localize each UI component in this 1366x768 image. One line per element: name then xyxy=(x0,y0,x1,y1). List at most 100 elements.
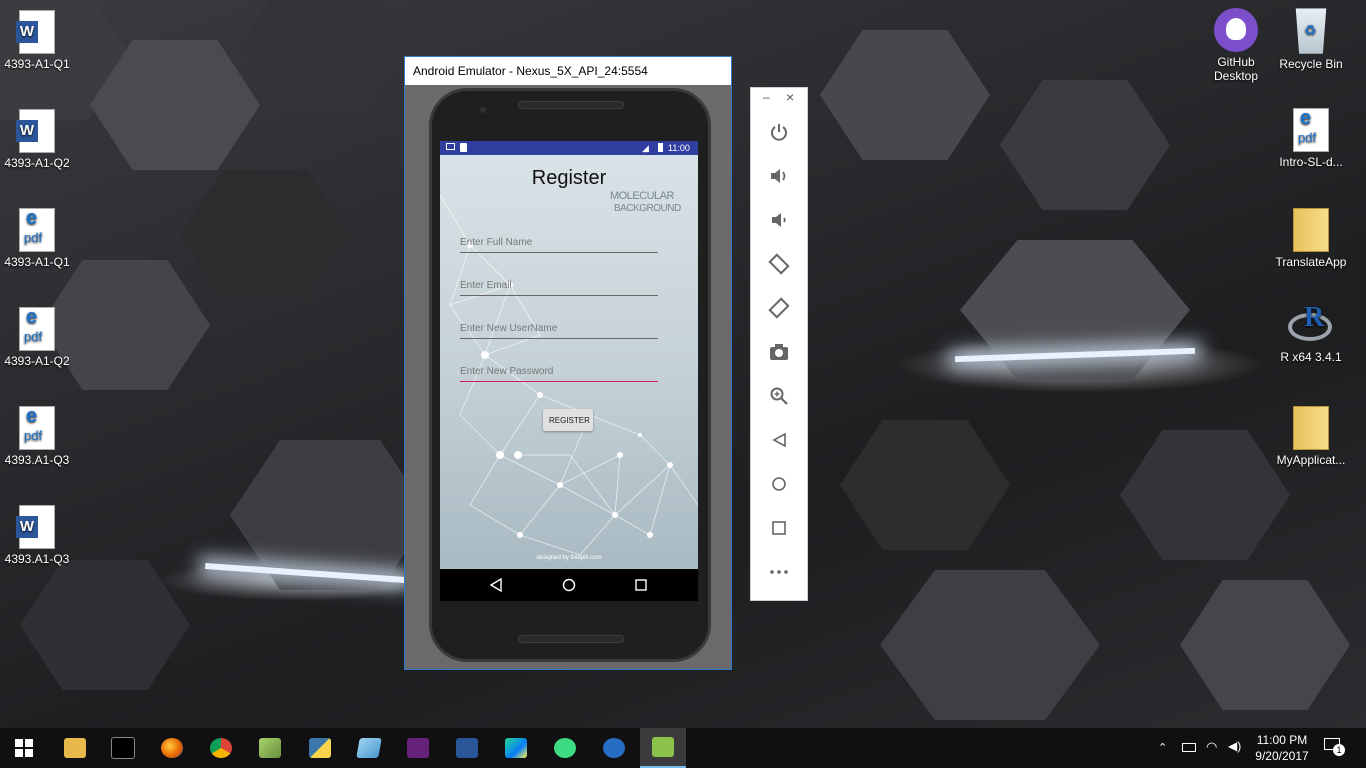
start-button[interactable] xyxy=(4,732,44,764)
bg-hexagon xyxy=(1120,430,1290,560)
background-caption: BACKGROUND xyxy=(614,203,681,214)
desktop-icon-translateapp[interactable]: TranslateApp xyxy=(1271,208,1351,269)
desktop-icon-4393-a1-q3-pdf[interactable]: e pdf 4393.A1-Q3 xyxy=(0,406,77,467)
desktop-icon-4393-a1-q2-docx[interactable]: 4393-A1-Q2 xyxy=(0,109,77,170)
register-title: Register xyxy=(531,167,607,189)
nav-back-icon[interactable] xyxy=(490,578,502,592)
camera-icon xyxy=(770,344,788,360)
github-icon xyxy=(1214,8,1258,52)
taskbar-r[interactable] xyxy=(594,732,634,764)
taskbar-word[interactable] xyxy=(447,732,487,764)
power-icon xyxy=(771,124,787,141)
home-button[interactable] xyxy=(765,470,793,498)
word-icon xyxy=(456,738,478,758)
full-name-input[interactable] xyxy=(460,233,658,252)
battery-tray-icon[interactable] xyxy=(1182,743,1196,752)
desktop-icon-label: 4393-A1-Q2 xyxy=(4,156,70,170)
desktop-icon-r-x64[interactable]: R R x64 3.4.1 xyxy=(1271,304,1351,365)
volume-icon[interactable]: ◀) xyxy=(1228,739,1241,753)
tools-icon xyxy=(259,738,281,758)
clock[interactable]: 11:00 PM 9/20/2017 xyxy=(1250,732,1314,764)
volume-down-button[interactable] xyxy=(765,206,793,234)
volume-up-button[interactable] xyxy=(765,162,793,190)
desktop-icon-label: Recycle Bin xyxy=(1279,57,1343,71)
taskbar-notepad[interactable] xyxy=(349,732,389,764)
desktop-icon-label: GitHub Desktop xyxy=(1213,55,1259,83)
emulator-window[interactable]: Android Emulator - Nexus_5X_API_24:5554 … xyxy=(404,56,732,670)
nav-overview-icon[interactable] xyxy=(635,579,647,591)
taskbar-emulator[interactable] xyxy=(640,728,686,768)
word-document-icon xyxy=(16,505,55,549)
power-button[interactable] xyxy=(765,118,793,146)
android-nav-bar xyxy=(440,569,698,601)
notepad-icon xyxy=(356,738,382,758)
taskbar-tools[interactable] xyxy=(250,732,290,764)
toolbar-close-button[interactable]: × xyxy=(786,89,794,105)
password-input[interactable] xyxy=(460,362,658,381)
emulator-title-bar[interactable]: Android Emulator - Nexus_5X_API_24:5554 xyxy=(405,57,731,85)
emulator-icon xyxy=(652,737,674,757)
nav-home-icon[interactable] xyxy=(562,578,576,592)
desktop-icon-myapplication[interactable]: MyApplicat... xyxy=(1271,406,1351,467)
desktop-icon-intro-sl-pdf[interactable]: e pdf Intro-SL-d... xyxy=(1271,108,1351,169)
emulator-toolbar: – × xyxy=(750,87,808,601)
background-caption: MOLECULAR xyxy=(610,190,674,202)
taskbar-file-explorer[interactable] xyxy=(55,732,95,764)
desktop-icon-label: 4393-A1-Q2 xyxy=(4,354,70,368)
taskbar-chrome[interactable] xyxy=(201,732,241,764)
chrome-icon xyxy=(208,736,234,760)
bg-hexagon xyxy=(820,30,990,160)
bg-hexagon xyxy=(20,560,190,690)
rotate-right-button[interactable] xyxy=(765,294,793,322)
wifi-icon[interactable]: ◠ xyxy=(1206,739,1217,755)
desktop-icon-4393-a1-q1-pdf[interactable]: e pdf 4393-A1-Q1 xyxy=(0,208,77,269)
email-field[interactable] xyxy=(460,275,658,296)
volume-up-icon xyxy=(771,169,786,183)
android-status-bar: ◢ 11:00 xyxy=(440,141,698,155)
overview-button[interactable] xyxy=(765,514,793,542)
register-screen: Register MOLECULAR BACKGROUND REGISTER d… xyxy=(440,155,698,569)
email-input[interactable] xyxy=(460,276,658,295)
username-field[interactable] xyxy=(460,318,658,339)
taskbar-visual-studio[interactable] xyxy=(398,732,438,764)
clock-time: 11:00 PM xyxy=(1256,733,1308,747)
back-button[interactable] xyxy=(765,426,793,454)
file-explorer-icon xyxy=(64,738,86,758)
desktop-icon-4393-a1-q2-pdf[interactable]: e pdf 4393-A1-Q2 xyxy=(0,307,77,368)
screenshot-button[interactable] xyxy=(765,338,793,366)
taskbar-webstorm[interactable] xyxy=(496,732,536,764)
visual-studio-icon xyxy=(407,738,429,758)
taskbar-command-prompt[interactable] xyxy=(103,732,143,764)
taskbar-android-studio[interactable] xyxy=(545,732,585,764)
word-document-icon xyxy=(16,109,55,153)
toolbar-minimize-button[interactable]: – xyxy=(763,90,770,104)
python-icon xyxy=(309,738,331,758)
desktop-icon-4393-a1-q1-docx[interactable]: 4393-A1-Q1 xyxy=(0,10,77,71)
desktop-icon-4393-a1-q3-docx[interactable]: 4393.A1-Q3 xyxy=(0,505,77,566)
notification-count-badge: 1 xyxy=(1333,744,1345,756)
action-center-button[interactable]: 1 xyxy=(1324,738,1345,756)
taskbar: ⌃ ◠ ◀) 11:00 PM 9/20/2017 1 xyxy=(0,728,1366,768)
full-name-field[interactable] xyxy=(460,232,658,253)
more-button[interactable] xyxy=(765,558,793,586)
mail-notification-icon xyxy=(446,143,455,150)
camera-dot xyxy=(480,107,486,113)
desktop-icon-github-desktop[interactable]: GitHub Desktop xyxy=(1196,8,1276,83)
command-prompt-icon xyxy=(111,737,135,759)
password-field[interactable] xyxy=(460,361,658,382)
phone-screen[interactable]: ◢ 11:00 Register MOLECULAR BACKGROUND En… xyxy=(440,141,698,601)
r-logo-icon: R xyxy=(1288,304,1334,347)
freepik-credit: designed by freepik.com xyxy=(536,555,602,561)
overview-icon xyxy=(772,521,786,535)
taskbar-firefox[interactable] xyxy=(152,732,192,764)
home-icon xyxy=(772,477,786,491)
desktop-icon-recycle-bin[interactable]: ♻ Recycle Bin xyxy=(1271,8,1351,71)
register-button[interactable]: REGISTER xyxy=(543,409,593,431)
back-icon xyxy=(772,432,786,448)
desktop-icon-label: 4393-A1-Q1 xyxy=(4,57,70,71)
username-input[interactable] xyxy=(460,319,658,338)
taskbar-python[interactable] xyxy=(300,732,340,764)
zoom-button[interactable] xyxy=(765,382,793,410)
chevron-up-icon[interactable]: ⌃ xyxy=(1158,741,1167,754)
rotate-left-button[interactable] xyxy=(765,250,793,278)
